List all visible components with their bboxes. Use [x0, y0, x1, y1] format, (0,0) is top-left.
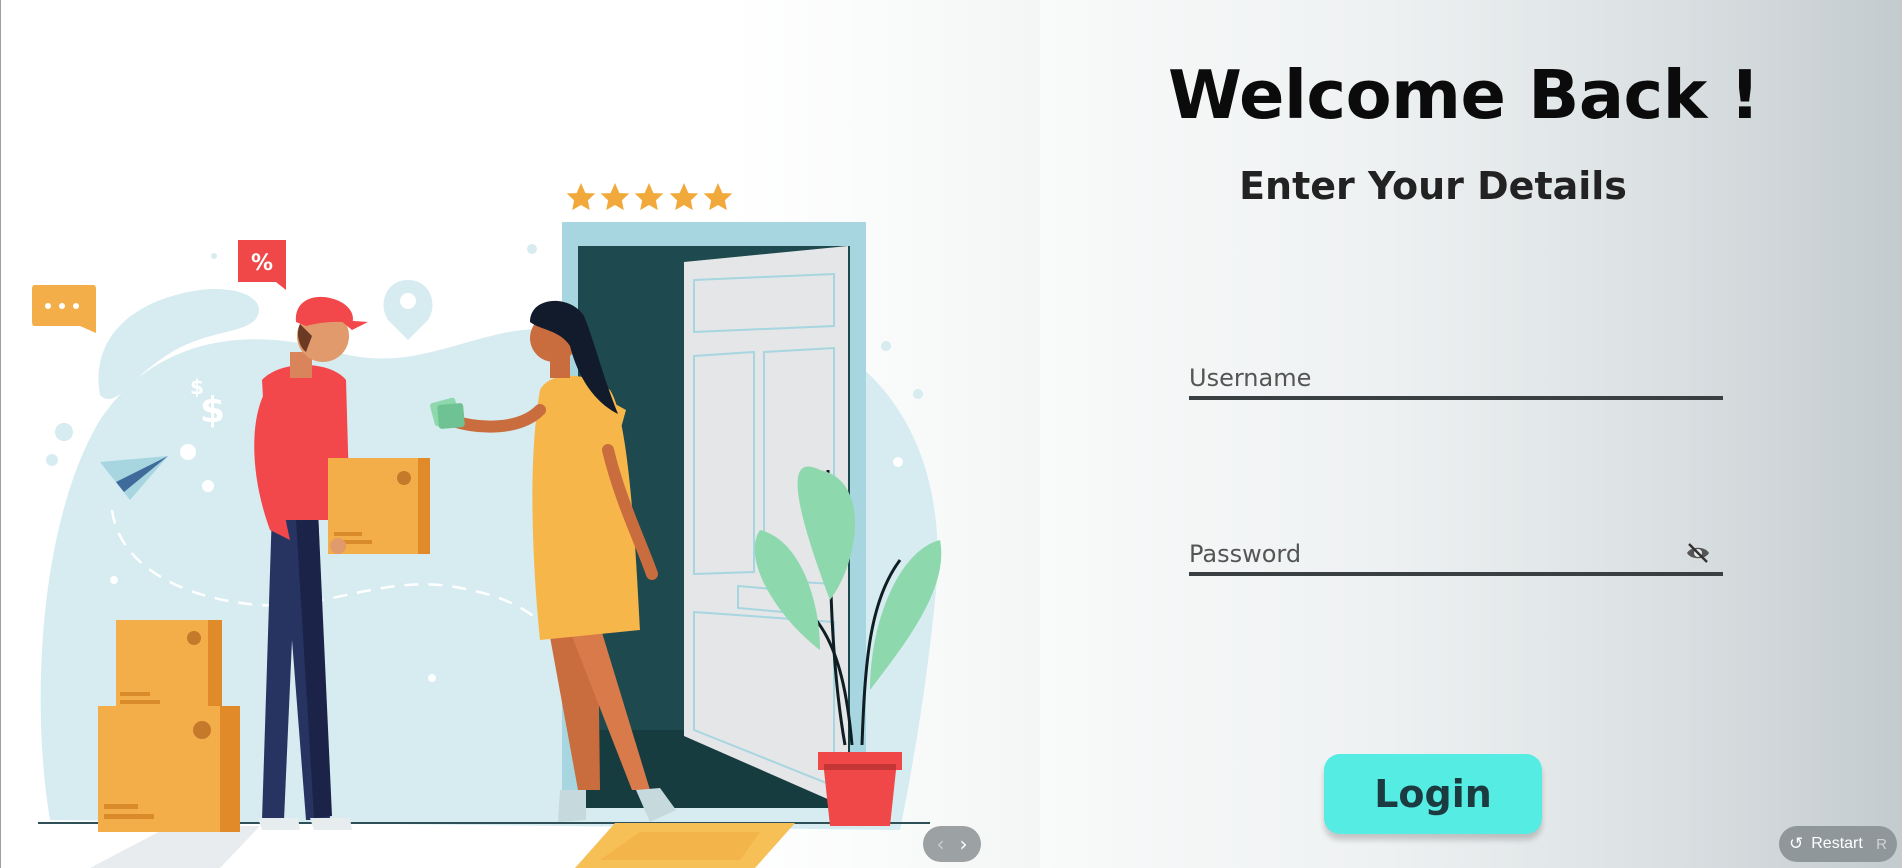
delivery-illustration: % $ $ [32, 183, 942, 868]
decor-dot [46, 454, 58, 466]
star-icon [600, 183, 630, 211]
location-pin-icon [383, 280, 433, 340]
password-field[interactable] [1189, 528, 1723, 576]
decor-dot [893, 457, 903, 467]
chevron-right-icon[interactable]: › [960, 834, 968, 854]
decor-dot [110, 576, 118, 584]
restart-icon: ↺ [1789, 834, 1804, 853]
currency-symbol-small: $ [190, 375, 204, 399]
illustration-panel: % $ $ [0, 0, 1040, 868]
page-title: Welcome Back ! [1168, 56, 1760, 134]
restart-button[interactable]: ↺ Restart R [1779, 826, 1897, 862]
username-input[interactable] [1189, 364, 1669, 392]
star-icon [566, 183, 596, 211]
password-input[interactable] [1189, 540, 1669, 568]
decor-dot [527, 244, 537, 254]
decor-dot [202, 480, 214, 492]
star-icon [634, 183, 664, 211]
chevron-left-icon[interactable]: ‹ [937, 834, 945, 854]
rating-stars [566, 183, 733, 211]
login-button[interactable]: Login [1324, 754, 1542, 834]
decor-dot [180, 444, 196, 460]
star-icon [703, 183, 733, 211]
page-subtitle: Enter Your Details [1239, 164, 1627, 208]
floor-shadow [90, 826, 260, 868]
eye-off-icon[interactable] [1685, 542, 1711, 564]
restart-label: Restart [1811, 835, 1863, 852]
star-icon [669, 183, 699, 211]
decor-dot [211, 253, 217, 259]
chat-bubble-icon [32, 285, 96, 333]
decor-dot [428, 674, 436, 682]
decor-dot [55, 423, 73, 441]
discount-badge-text: % [251, 251, 273, 276]
slide-navigation: ‹ › [923, 826, 981, 862]
decor-dot [913, 389, 923, 399]
decor-dot [881, 341, 891, 351]
discount-badge: % [238, 240, 286, 290]
restart-shortcut-key: R [1876, 835, 1887, 853]
stacked-boxes [98, 620, 240, 832]
username-field[interactable] [1189, 352, 1723, 400]
